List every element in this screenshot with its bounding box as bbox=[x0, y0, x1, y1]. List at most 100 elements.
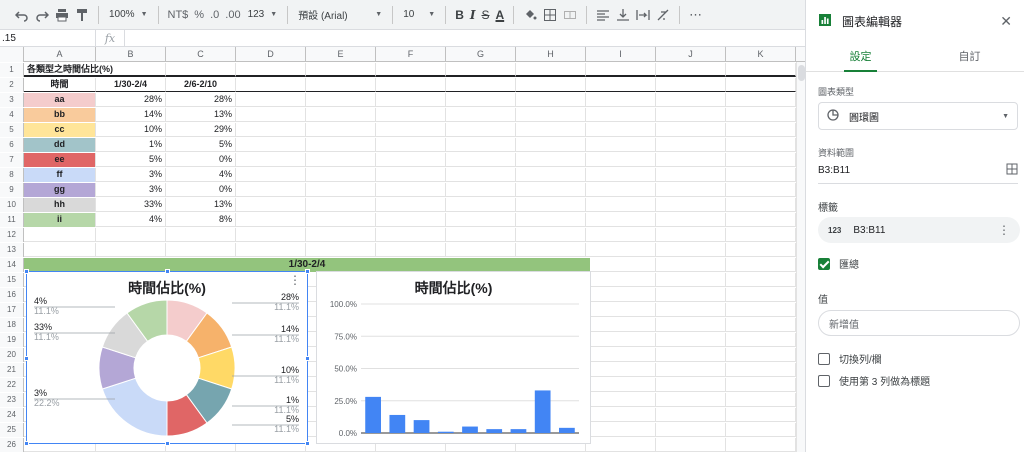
table-cell[interactable]: 28% bbox=[96, 93, 166, 107]
table-cell[interactable] bbox=[656, 198, 726, 212]
chart-type-select[interactable]: 圓環圖 ▼ bbox=[818, 102, 1018, 130]
switch-rows-row[interactable]: 切換列/欄 bbox=[818, 351, 882, 366]
row-header[interactable]: 20 bbox=[0, 348, 24, 362]
borders-icon[interactable] bbox=[540, 4, 560, 26]
resize-handle[interactable] bbox=[24, 356, 29, 361]
bar-cc[interactable] bbox=[413, 420, 430, 433]
table-cell[interactable] bbox=[586, 168, 656, 182]
table-cell[interactable] bbox=[726, 423, 796, 437]
decrease-decimal-button[interactable]: .0 bbox=[207, 4, 222, 26]
table-cell[interactable] bbox=[586, 123, 656, 137]
currency-format-button[interactable]: NT$ bbox=[165, 4, 192, 26]
table-cell[interactable] bbox=[446, 183, 516, 197]
table-cell[interactable] bbox=[656, 93, 726, 107]
table-cell[interactable] bbox=[376, 138, 446, 152]
table-cell[interactable]: hh bbox=[24, 198, 96, 212]
table-cell[interactable] bbox=[726, 198, 796, 212]
name-box[interactable]: .15 bbox=[0, 30, 96, 46]
bar-aa[interactable] bbox=[365, 396, 381, 433]
table-cell[interactable] bbox=[516, 78, 586, 92]
tab-customize[interactable]: 自訂 bbox=[915, 42, 1024, 71]
donut-chart[interactable]: 時間佔比(%) ⋮ 28% 11.1% 14% 11.1% 10% 11.1% 1% 11.1… bbox=[24, 269, 310, 446]
row-header[interactable]: 7 bbox=[0, 153, 24, 167]
table-cell[interactable] bbox=[166, 228, 236, 242]
table-cell[interactable] bbox=[726, 318, 796, 332]
table-cell[interactable] bbox=[726, 123, 796, 137]
table-cell[interactable] bbox=[306, 138, 376, 152]
table-cell[interactable]: 3% bbox=[96, 183, 166, 197]
select-all-corner[interactable] bbox=[0, 47, 24, 62]
table-cell[interactable] bbox=[726, 93, 796, 107]
text-wrap-icon[interactable] bbox=[633, 4, 653, 26]
zoom-select[interactable]: 100% ▼ bbox=[105, 9, 152, 20]
bar-ff[interactable] bbox=[486, 429, 503, 433]
column-header[interactable]: F bbox=[376, 47, 446, 62]
table-cell[interactable]: 各類型之時間佔比(%) bbox=[24, 63, 113, 77]
resize-handle[interactable] bbox=[165, 269, 170, 274]
column-header[interactable]: G bbox=[446, 47, 516, 62]
column-header[interactable]: H bbox=[516, 47, 586, 62]
table-cell[interactable] bbox=[656, 423, 726, 437]
table-cell[interactable] bbox=[516, 123, 586, 137]
resize-handle[interactable] bbox=[24, 269, 29, 274]
table-cell[interactable] bbox=[376, 228, 446, 242]
table-cell[interactable] bbox=[586, 348, 656, 362]
table-cell[interactable] bbox=[656, 228, 726, 242]
table-cell[interactable]: 1% bbox=[96, 138, 166, 152]
text-color-button[interactable]: A bbox=[493, 4, 508, 26]
table-cell[interactable]: 33% bbox=[96, 198, 166, 212]
resize-handle[interactable] bbox=[24, 441, 29, 446]
data-range-field[interactable]: B3:B11 bbox=[818, 158, 1018, 184]
row-header[interactable]: 12 bbox=[0, 228, 24, 242]
table-cell[interactable] bbox=[656, 333, 726, 347]
table-cell[interactable] bbox=[586, 408, 656, 422]
row-header[interactable]: 24 bbox=[0, 408, 24, 422]
row-header[interactable]: 13 bbox=[0, 243, 24, 257]
table-cell[interactable]: 5% bbox=[96, 153, 166, 167]
table-cell[interactable] bbox=[516, 228, 586, 242]
table-cell[interactable] bbox=[726, 393, 796, 407]
row-header[interactable]: 19 bbox=[0, 333, 24, 347]
table-cell[interactable] bbox=[236, 108, 306, 122]
table-cell[interactable] bbox=[376, 108, 446, 122]
table-cell[interactable] bbox=[306, 228, 376, 242]
table-cell[interactable] bbox=[236, 228, 306, 242]
table-cell[interactable] bbox=[446, 108, 516, 122]
resize-handle[interactable] bbox=[165, 441, 170, 446]
table-cell[interactable] bbox=[376, 243, 446, 257]
bar-bb[interactable] bbox=[389, 414, 406, 433]
table-cell[interactable] bbox=[586, 213, 656, 227]
bar-hh[interactable] bbox=[534, 390, 551, 433]
table-cell[interactable]: 13% bbox=[166, 108, 236, 122]
table-cell[interactable] bbox=[586, 78, 656, 92]
table-cell[interactable] bbox=[726, 273, 796, 287]
table-cell[interactable] bbox=[656, 318, 726, 332]
table-cell[interactable] bbox=[726, 63, 796, 77]
donut-slice-ff[interactable] bbox=[101, 377, 168, 437]
table-cell[interactable] bbox=[656, 378, 726, 392]
percent-format-button[interactable]: % bbox=[191, 4, 207, 26]
table-cell[interactable] bbox=[726, 348, 796, 362]
table-cell[interactable] bbox=[726, 213, 796, 227]
table-cell[interactable] bbox=[726, 438, 796, 452]
more-formats-select[interactable]: 123 ▼ bbox=[244, 9, 282, 20]
table-cell[interactable] bbox=[24, 243, 96, 257]
row-header[interactable]: 8 bbox=[0, 168, 24, 182]
strikethrough-button[interactable]: S bbox=[478, 4, 492, 26]
table-cell[interactable]: 8% bbox=[166, 213, 236, 227]
table-cell[interactable] bbox=[516, 63, 586, 77]
table-cell[interactable] bbox=[586, 93, 656, 107]
table-cell[interactable] bbox=[656, 78, 726, 92]
table-cell[interactable] bbox=[516, 153, 586, 167]
table-cell[interactable] bbox=[726, 78, 796, 92]
bar-dd[interactable] bbox=[437, 431, 454, 433]
row-header[interactable]: 26 bbox=[0, 438, 24, 452]
table-cell[interactable] bbox=[656, 63, 726, 77]
undo-icon[interactable] bbox=[12, 4, 32, 26]
table-cell[interactable] bbox=[656, 303, 726, 317]
aggregate-checkbox-row[interactable]: 匯總 bbox=[818, 256, 859, 271]
scrollbar-thumb[interactable] bbox=[798, 65, 805, 81]
text-rotation-icon[interactable] bbox=[653, 4, 673, 26]
table-cell[interactable]: 14% bbox=[96, 108, 166, 122]
column-header[interactable]: C bbox=[166, 47, 236, 62]
